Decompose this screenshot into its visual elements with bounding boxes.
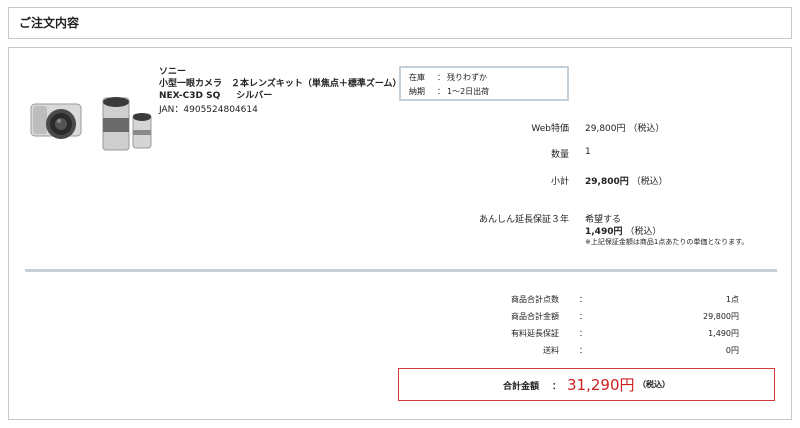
delivery-label: 納期 — [409, 87, 425, 96]
total-box: 合計金額 ： 31,290円 （税込） — [398, 368, 775, 401]
warranty-amount: 1,490円 — [585, 227, 623, 237]
summary-value: 1,490円 — [708, 329, 739, 338]
summary-label: 商品合計金額 — [511, 312, 559, 321]
summary-colon: ： — [579, 295, 587, 304]
summary-label: 有料延長保証 — [511, 329, 559, 338]
web-price-label: Web特価 — [531, 124, 569, 134]
order-details-panel: ソニー 小型一眼カメラ ２本レンズキット（単焦点＋標準ズーム） NEX-C3D … — [8, 47, 792, 420]
total-colon: ： — [552, 382, 562, 392]
summary-colon: ： — [579, 312, 587, 321]
summary-row-count: 商品合計点数 ： 1点 — [389, 294, 739, 308]
subtotal-amount: 29,800円 — [585, 177, 629, 187]
order-header: ご注文内容 — [8, 7, 792, 39]
stock-value: 残りわずか — [447, 73, 487, 82]
subtotal-tax: （税込） — [631, 177, 668, 187]
stock-status-box: 在庫 ： 残りわずか 納期 ： 1～2日出荷 — [399, 66, 569, 101]
product-image[interactable] — [29, 94, 154, 154]
quantity-label: 数量 — [550, 150, 569, 160]
summary-value: 1点 — [725, 295, 739, 304]
total-label: 合計金額 — [503, 382, 540, 392]
subtotal-label: 小計 — [550, 177, 569, 187]
stock-separator: ： — [437, 73, 445, 82]
summary-colon: ： — [579, 346, 587, 355]
product-name-link[interactable]: 小型一眼カメラ ２本レンズキット（単焦点＋標準ズーム） — [159, 78, 402, 90]
product-brand: ソニー — [159, 67, 187, 77]
product-jan: JAN：4905524804614 — [159, 104, 399, 116]
delivery-value: 1～2日出荷 — [447, 87, 490, 96]
delivery-row: 納期 ： 1～2日出荷 — [409, 85, 559, 99]
product-model: NEX-C3D SQ — [159, 91, 221, 101]
web-price-value: 29,800円 （税込） — [585, 121, 664, 134]
delivery-separator: ： — [437, 87, 445, 96]
total-amount: 31,290円 — [567, 376, 635, 394]
jan-code: 4905524804614 — [183, 105, 258, 115]
summary-colon: ： — [579, 329, 587, 338]
web-price-amount: 29,800円 — [585, 124, 626, 134]
summary-label: 送料 — [543, 346, 559, 355]
stock-label: 在庫 — [409, 73, 425, 82]
web-price-tax: （税込） — [628, 124, 665, 134]
warranty-tax: （税込） — [625, 227, 662, 237]
summary-label: 商品合計点数 — [511, 295, 559, 304]
warranty-price: 1,490円 （税込） — [585, 224, 661, 237]
product-color: シルバー — [236, 91, 273, 101]
summary-row-warranty: 有料延長保証 ： 1,490円 — [389, 328, 739, 342]
summary-value: 0円 — [725, 346, 739, 355]
jan-label: JAN： — [159, 105, 184, 115]
page-title: ご注文内容 — [19, 16, 80, 30]
total-tax: （税込） — [638, 380, 670, 389]
summary-row-shipping: 送料 ： 0円 — [389, 345, 739, 359]
product-info: ソニー 小型一眼カメラ ２本レンズキット（単焦点＋標準ズーム） NEX-C3D … — [159, 66, 402, 116]
summary-row-amount: 商品合計金額 ： 29,800円 — [389, 311, 739, 325]
stock-row: 在庫 ： 残りわずか — [409, 71, 559, 85]
warranty-label: あんしん延長保証３年 — [478, 215, 569, 225]
warranty-note: ※上記保証金額は商品1点あたりの単価となります。 — [585, 238, 749, 246]
subtotal-value: 29,800円 （税込） — [585, 174, 668, 187]
quantity-value: 1 — [585, 147, 591, 157]
summary-value: 29,800円 — [703, 312, 739, 321]
section-divider — [25, 269, 777, 272]
product-model-row: NEX-C3D SQ シルバー — [159, 90, 399, 102]
